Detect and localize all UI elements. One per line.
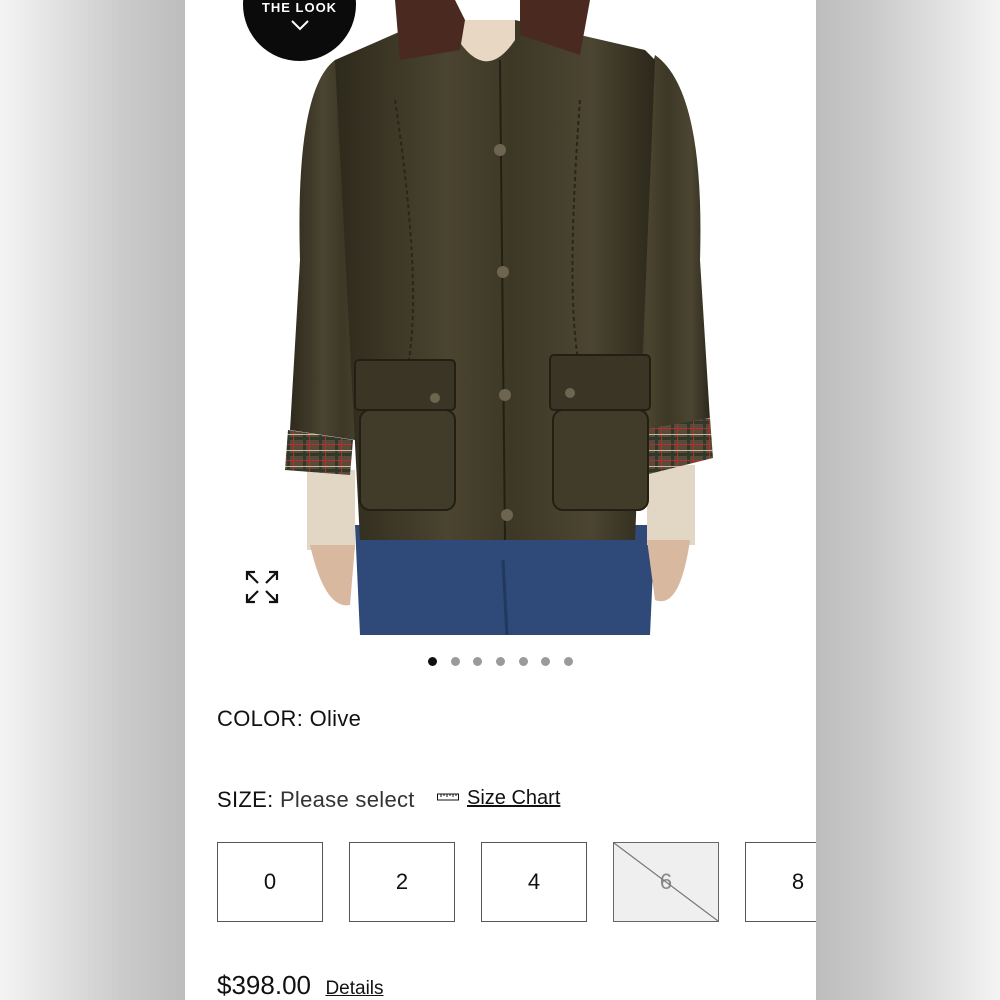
size-option-label: 6 xyxy=(659,869,673,894)
size-option-0[interactable]: 0 xyxy=(217,842,323,922)
carousel-dot[interactable] xyxy=(428,657,438,666)
color-value: Olive xyxy=(309,706,362,731)
color-label: COLOR: xyxy=(217,706,304,731)
carousel-dot[interactable] xyxy=(496,657,505,666)
chevron-down-icon xyxy=(290,20,309,31)
carousel-dot[interactable] xyxy=(473,657,483,666)
size-option-label: 2 xyxy=(395,869,409,894)
size-option-8[interactable]: 8 xyxy=(745,842,816,922)
jacket-illustration xyxy=(285,0,713,635)
size-option-2[interactable]: 2 xyxy=(349,842,455,922)
product-panel: THE LOOK COLOR: Olive SIZE: Please selec… xyxy=(185,0,816,1000)
color-row: COLOR: Olive xyxy=(217,706,361,732)
right-backdrop xyxy=(815,0,1000,1000)
size-label: SIZE: xyxy=(217,787,274,812)
size-row: SIZE: Please select xyxy=(217,787,415,813)
size-option-label: 0 xyxy=(263,869,277,894)
price: $398.00 xyxy=(217,970,311,1000)
left-backdrop xyxy=(0,0,185,1000)
size-chart-label: Size Chart xyxy=(467,787,561,809)
the-look-label: THE LOOK xyxy=(261,0,338,15)
size-option-4[interactable]: 4 xyxy=(481,842,587,922)
details-link[interactable]: Details xyxy=(325,978,383,999)
size-option-label: 8 xyxy=(791,869,805,894)
size-chart-link[interactable]: Size Chart xyxy=(437,787,560,810)
carousel-dot[interactable] xyxy=(518,657,528,666)
size-option-label: 4 xyxy=(527,869,541,894)
carousel-dots xyxy=(185,657,816,666)
carousel-dot[interactable] xyxy=(541,657,551,666)
carousel-dot[interactable] xyxy=(563,657,573,666)
expand-icon[interactable] xyxy=(243,568,281,606)
price-row: $398.00 Details xyxy=(217,970,384,1000)
carousel-dot[interactable] xyxy=(450,657,460,666)
ruler-icon xyxy=(437,793,459,801)
size-option-6-unavailable: 6 xyxy=(613,842,719,922)
product-image[interactable]: THE LOOK xyxy=(185,0,816,635)
size-value: Please select xyxy=(279,787,415,812)
